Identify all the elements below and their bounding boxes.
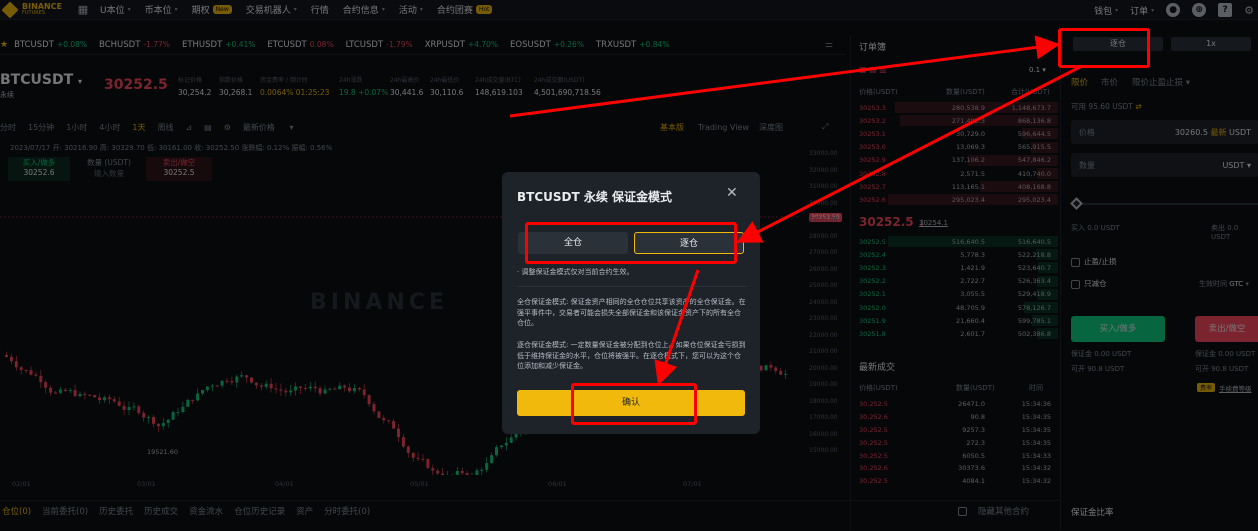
dialog-note-cross: 全仓保证金模式: 保证金资产相同的全仓仓位共享该资产的全仓保证金。在强平事件中，… [517, 298, 746, 327]
close-icon[interactable]: ✕ [726, 185, 738, 201]
dialog-note-isolated: 逐仓保证金模式: 一定数量保证金被分配到仓位上。如果仓位保证金亏损到低于维持保证… [517, 341, 746, 370]
dialog-note-scope: · 调整保证金模式仅对当前合约生效。 [517, 268, 634, 276]
dialog-title: BTCUSDT 永续 保证金模式 [517, 190, 673, 204]
annotation-box-confirm [571, 383, 697, 425]
annotation-box-margin-mode [1058, 28, 1150, 68]
dialog-divider [517, 286, 747, 287]
annotation-box-mode-buttons [525, 222, 737, 264]
